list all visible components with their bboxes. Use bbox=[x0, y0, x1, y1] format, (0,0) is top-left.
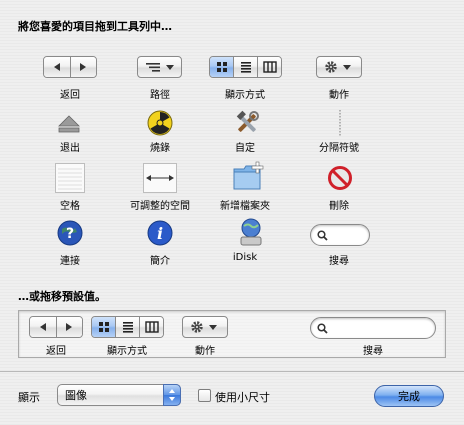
toolbar-item-path[interactable] bbox=[137, 56, 182, 78]
footer-separator bbox=[0, 371, 464, 372]
connect-icon[interactable]: ? bbox=[56, 219, 84, 247]
new-folder-icon[interactable] bbox=[232, 161, 266, 193]
default-label-search: 搜尋 bbox=[363, 346, 383, 357]
default-item-back[interactable] bbox=[29, 316, 83, 338]
forward-arrow-icon bbox=[55, 317, 82, 337]
forward-arrow-icon bbox=[69, 57, 96, 77]
show-label: 顯示 bbox=[18, 391, 40, 404]
gear-icon bbox=[325, 61, 351, 73]
list-view-icon bbox=[115, 317, 139, 337]
label-connect: 連接 bbox=[60, 256, 80, 267]
svg-text:?: ? bbox=[66, 226, 74, 242]
gear-icon bbox=[191, 321, 217, 333]
popup-arrows-icon bbox=[163, 384, 181, 406]
tools-icon[interactable] bbox=[232, 109, 262, 137]
label-search: 搜尋 bbox=[329, 256, 349, 267]
label-eject: 退出 bbox=[60, 143, 80, 154]
toolbar-item-view[interactable] bbox=[209, 56, 282, 78]
label-idisk: iDisk bbox=[232, 252, 258, 263]
default-label-view: 顯示方式 bbox=[107, 346, 147, 357]
default-label-action: 動作 bbox=[195, 346, 215, 357]
label-get-info: 簡介 bbox=[150, 256, 170, 267]
label-space: 空格 bbox=[60, 201, 80, 212]
label-action: 動作 bbox=[329, 90, 349, 101]
svg-text:i: i bbox=[157, 224, 163, 243]
burn-icon[interactable] bbox=[145, 109, 175, 137]
default-item-search[interactable] bbox=[310, 317, 436, 339]
default-item-action[interactable] bbox=[182, 316, 228, 338]
column-view-icon bbox=[257, 57, 281, 77]
back-arrow-icon bbox=[30, 317, 56, 337]
back-arrow-icon bbox=[44, 57, 70, 77]
icon-view-icon bbox=[92, 317, 115, 337]
flexible-space-icon[interactable] bbox=[143, 163, 177, 193]
label-burn: 燒錄 bbox=[150, 143, 170, 154]
magnifier-icon bbox=[317, 322, 328, 334]
icon-view-icon bbox=[210, 57, 233, 77]
label-customize: 自定 bbox=[235, 143, 255, 154]
label-separator: 分隔符號 bbox=[319, 143, 359, 154]
label-new-folder: 新增檔案夾 bbox=[220, 201, 270, 212]
drag-prompt: 將您喜愛的項目拖到工具列中… bbox=[18, 20, 172, 33]
small-size-label[interactable]: 使用小尺寸 bbox=[215, 389, 270, 405]
magnifier-icon bbox=[317, 229, 328, 241]
label-back: 返回 bbox=[60, 90, 80, 101]
delete-icon[interactable] bbox=[327, 165, 353, 191]
separator-icon[interactable] bbox=[337, 109, 343, 137]
label-flexible-space: 可調整的空間 bbox=[130, 201, 190, 212]
toolbar-item-action[interactable] bbox=[316, 56, 362, 78]
idisk-icon[interactable] bbox=[237, 216, 265, 248]
toolbar-item-back[interactable] bbox=[43, 56, 97, 78]
space-icon[interactable] bbox=[55, 163, 85, 193]
label-path: 路徑 bbox=[150, 90, 170, 101]
toolbar-item-search[interactable] bbox=[310, 224, 370, 246]
path-menu-icon bbox=[145, 63, 174, 72]
default-prompt: …或拖移預設值。 bbox=[18, 290, 106, 303]
label-view: 顯示方式 bbox=[225, 90, 265, 101]
info-icon[interactable]: i bbox=[146, 219, 174, 247]
show-popup-value: 圖像 bbox=[65, 389, 87, 402]
label-delete: 刪除 bbox=[329, 201, 349, 212]
show-popup[interactable]: 圖像 bbox=[57, 384, 181, 406]
eject-icon[interactable] bbox=[54, 111, 84, 137]
default-item-view[interactable] bbox=[91, 316, 164, 338]
small-size-checkbox[interactable] bbox=[198, 389, 211, 402]
done-button[interactable]: 完成 bbox=[374, 385, 444, 407]
list-view-icon bbox=[233, 57, 257, 77]
column-view-icon bbox=[139, 317, 163, 337]
